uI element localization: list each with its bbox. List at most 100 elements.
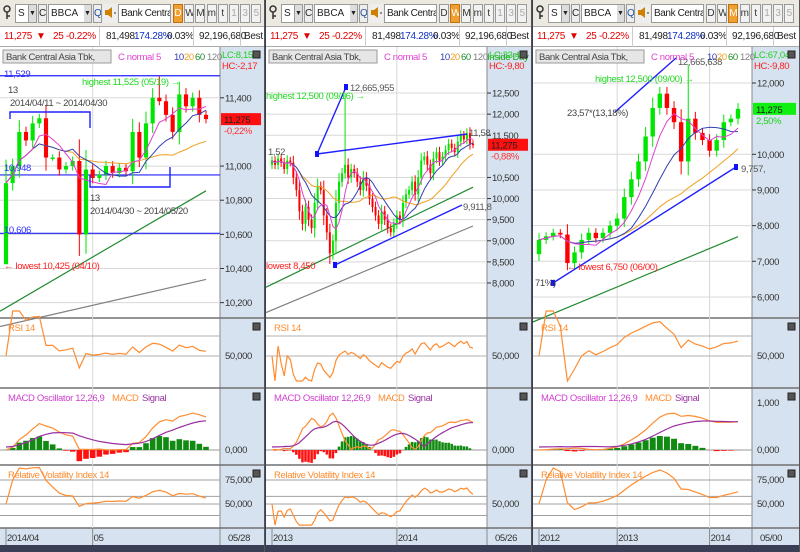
- section-settings-button: [519, 469, 528, 478]
- chevron-down-icon[interactable]: ▼: [28, 5, 36, 22]
- candle-up: [447, 143, 450, 151]
- speaker-icon[interactable]: [369, 4, 383, 23]
- stock-name-field[interactable]: Bank Central As: [118, 4, 171, 23]
- period-button-m[interactable]: m: [739, 4, 750, 23]
- period-button-t[interactable]: t: [217, 4, 228, 23]
- candle-down: [170, 114, 175, 132]
- x-end-label: 05/00: [760, 533, 782, 544]
- period-button-t[interactable]: t: [483, 4, 494, 23]
- chevron-down-icon[interactable]: ▼: [84, 5, 91, 22]
- macd-histogram-bar: [465, 446, 469, 450]
- quote-turnover: 0.03%: [167, 31, 194, 42]
- market-select[interactable]: S ▼: [548, 4, 570, 23]
- candle-down: [558, 232, 563, 235]
- symbol-input[interactable]: BBCA ▼: [314, 4, 358, 23]
- section-settings-button: [519, 50, 528, 59]
- section-settings-button: [252, 392, 261, 401]
- period-button-3[interactable]: 3: [240, 4, 251, 23]
- macd-histogram-bar: [301, 450, 304, 463]
- candle-up: [629, 179, 634, 198]
- quote-turnover: 0.03%: [700, 31, 727, 42]
- macd-tick-label: 0,000: [757, 445, 779, 456]
- annotation-trend-top: 11,58: [469, 128, 490, 139]
- price-tag-pct: -0,88%: [491, 152, 520, 163]
- period-button-D[interactable]: D: [439, 4, 449, 23]
- period-button-D[interactable]: D: [173, 4, 183, 23]
- candle-down: [163, 101, 169, 115]
- macd-histogram-bar: [380, 450, 383, 456]
- pin-icon[interactable]: [268, 4, 280, 23]
- code-type-label: C: [304, 4, 313, 23]
- speaker-icon[interactable]: [103, 4, 117, 23]
- chevron-down-icon[interactable]: ▼: [294, 5, 302, 22]
- quote-change: 25: [586, 31, 597, 42]
- macd-histogram-bar: [392, 450, 396, 457]
- chevron-down-icon[interactable]: ▼: [617, 5, 624, 22]
- search-button[interactable]: Q: [359, 4, 368, 23]
- macd-histogram-bar: [282, 450, 286, 452]
- candle-down: [90, 169, 95, 179]
- section-settings-button: [787, 322, 796, 331]
- macd-histogram-bar: [183, 440, 189, 450]
- macd-histogram-bar: [398, 450, 402, 454]
- chevron-down-icon[interactable]: ▼: [350, 5, 357, 22]
- y-tick-label: 10,600: [225, 230, 252, 241]
- macd-histogram-bar: [49, 444, 56, 450]
- section-settings-button: [252, 322, 261, 331]
- search-button[interactable]: Q: [93, 4, 102, 23]
- quote-bar: 11,275 ▼ 25 -0.22% 81,498 174.28% 0.03% 92,196,…: [0, 27, 264, 47]
- period-button-1[interactable]: 1: [229, 4, 239, 23]
- candle-up: [622, 197, 627, 219]
- period-button-W[interactable]: W: [450, 4, 461, 23]
- speaker-icon[interactable]: [636, 4, 650, 23]
- period-button-W[interactable]: W: [184, 4, 195, 23]
- macd-histogram-bar: [614, 447, 621, 450]
- rvi-tick-label: 75,000: [225, 475, 252, 486]
- period-button-5[interactable]: 5: [517, 4, 528, 23]
- period-button-D[interactable]: D: [706, 4, 716, 23]
- y-tick-label: 12,000: [492, 110, 519, 121]
- period-button-M[interactable]: M: [461, 4, 472, 23]
- macd-tick-label: 0,000: [225, 445, 247, 456]
- candle-up: [408, 190, 411, 195]
- period-button-3[interactable]: 3: [773, 4, 784, 23]
- period-button-m[interactable]: m: [472, 4, 483, 23]
- time-axis: [266, 528, 487, 545]
- signal-legend: Signal: [408, 393, 433, 404]
- chevron-down-icon[interactable]: ▼: [561, 5, 569, 22]
- symbol-value: BBCA: [51, 8, 79, 19]
- candle-down: [593, 232, 599, 239]
- macd-legend: MACD: [112, 393, 139, 404]
- period-button-1[interactable]: 1: [762, 4, 772, 23]
- candle-down: [197, 97, 202, 115]
- market-select[interactable]: S ▼: [281, 4, 303, 23]
- candle-up: [380, 211, 383, 224]
- candle-down: [295, 177, 298, 191]
- stock-name-field[interactable]: Bank Central As: [384, 4, 437, 23]
- market-select-value: S: [18, 8, 25, 19]
- period-button-5[interactable]: 5: [784, 4, 795, 23]
- period-button-3[interactable]: 3: [506, 4, 517, 23]
- period-button-m[interactable]: m: [206, 4, 217, 23]
- stock-name-field[interactable]: Bank Central As: [651, 4, 704, 23]
- period-button-M[interactable]: M: [728, 4, 739, 23]
- quote-best: Best: [777, 31, 796, 42]
- pin-icon[interactable]: [535, 4, 547, 23]
- pin-icon[interactable]: [2, 4, 14, 23]
- candle-down: [450, 143, 453, 148]
- period-button-5[interactable]: 5: [251, 4, 262, 23]
- market-select[interactable]: S ▼: [15, 4, 37, 23]
- period-button-M[interactable]: M: [195, 4, 206, 23]
- legend-ma10: 10: [440, 52, 450, 63]
- panel-bottom-border: [533, 545, 799, 552]
- macd-histogram-bar: [713, 450, 720, 452]
- macd-histogram-bar: [307, 450, 310, 463]
- symbol-input[interactable]: BBCA ▼: [581, 4, 625, 23]
- macd-histogram-bar: [109, 450, 116, 454]
- macd-tick-label: 0,000: [492, 445, 514, 456]
- period-button-1[interactable]: 1: [495, 4, 505, 23]
- period-button-W[interactable]: W: [717, 4, 728, 23]
- period-button-t[interactable]: t: [750, 4, 761, 23]
- symbol-input[interactable]: BBCA ▼: [48, 4, 92, 23]
- search-button[interactable]: Q: [626, 4, 635, 23]
